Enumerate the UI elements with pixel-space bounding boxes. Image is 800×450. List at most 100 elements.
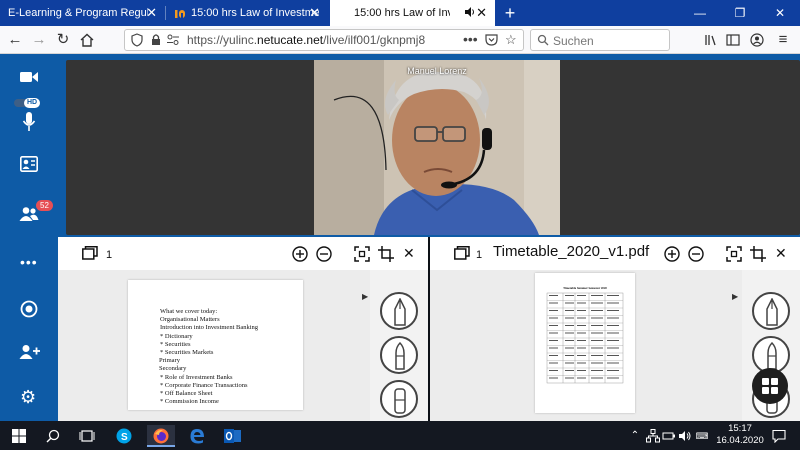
outlook-icon[interactable]: [222, 425, 244, 447]
record-button[interactable]: [0, 294, 58, 324]
timetable-page[interactable]: Timetable Summer Semester 2020: [535, 273, 635, 413]
pages-icon[interactable]: [82, 246, 98, 262]
video-background: Manuel Lorenz: [66, 60, 800, 235]
zoom-in-icon[interactable]: [292, 246, 308, 264]
timetable-cell-scribble: [565, 355, 574, 356]
close-icon[interactable]: ✕: [775, 246, 787, 260]
document-line: * Securities: [160, 340, 191, 348]
timetable-cell-scribble: [565, 332, 574, 334]
expand-toolbar-arrow-icon[interactable]: ▶: [732, 292, 738, 301]
more-actions-icon[interactable]: •••: [463, 31, 478, 47]
tab-law-investment-active[interactable]: 15:00 hrs Law of Investment ✕: [330, 0, 495, 26]
firefox-icon[interactable]: [147, 425, 175, 447]
edge-icon[interactable]: [186, 425, 208, 447]
timetable-cell-scribble: [577, 362, 586, 364]
camera-button[interactable]: HD: [0, 66, 58, 110]
brush-tool-button[interactable]: [380, 336, 418, 374]
timetable-cell-scribble: [607, 310, 619, 311]
notifications-icon[interactable]: [768, 425, 790, 447]
timetable-cell-scribble: [591, 355, 603, 356]
clock[interactable]: 15:17 16.04.2020: [712, 423, 768, 447]
microphone-button[interactable]: [0, 110, 58, 140]
document-line: * Role of Investment Banks: [160, 373, 233, 381]
close-window-button[interactable]: ✕: [760, 0, 800, 26]
home-button[interactable]: [76, 29, 98, 51]
timetable-cell-scribble: [577, 340, 586, 341]
participants-button[interactable]: 52: [0, 200, 58, 230]
speaker-video[interactable]: Manuel Lorenz: [314, 60, 560, 235]
right-pane-content: Timetable Summer Semester 2020 ▶: [430, 270, 800, 421]
fit-page-icon[interactable]: [354, 246, 370, 264]
expand-toolbar-arrow-icon[interactable]: ▶: [362, 292, 368, 301]
more-options-button[interactable]: •••: [0, 246, 58, 276]
hd-toggle[interactable]: HD: [24, 98, 41, 108]
pocket-icon[interactable]: [485, 33, 498, 49]
account-icon[interactable]: [746, 29, 768, 51]
close-icon[interactable]: ✕: [309, 5, 320, 21]
settings-button[interactable]: ⚙: [0, 384, 58, 414]
forward-button[interactable]: →: [28, 29, 50, 51]
timetable-cell-scribble: [607, 332, 619, 334]
new-tab-button[interactable]: +: [498, 1, 522, 25]
close-icon[interactable]: ✕: [146, 5, 157, 21]
menu-icon[interactable]: ≡: [772, 29, 794, 51]
document-page[interactable]: What we cover today: Organisational Matte…: [128, 280, 303, 410]
left-pane-header: 1 ✕: [58, 237, 428, 270]
timetable-cell-scribble: [577, 377, 586, 379]
page-number: 1: [106, 249, 113, 261]
pen-tool-button[interactable]: [380, 292, 418, 330]
timetable-cell-scribble: [607, 325, 619, 326]
permissions-icon[interactable]: [166, 33, 180, 49]
language-indicator[interactable]: ⌨: [692, 425, 712, 447]
zoom-out-icon[interactable]: [688, 246, 704, 264]
timetable-cell-scribble: [565, 362, 574, 364]
presenter-button[interactable]: [0, 152, 58, 182]
crop-icon[interactable]: [750, 246, 766, 264]
restore-button[interactable]: ❐: [720, 0, 760, 26]
search-input[interactable]: Suchen: [530, 29, 670, 51]
minimize-button[interactable]: —: [680, 0, 720, 26]
eraser-tool-button[interactable]: [380, 380, 418, 418]
zoom-in-icon[interactable]: [664, 246, 680, 264]
right-pane-header: 1 Timetable_2020_v1.pdf ✕: [430, 237, 800, 270]
windows-start-icon[interactable]: [8, 425, 30, 447]
timetable-cell-scribble: [577, 370, 586, 371]
timetable-cell-scribble: [607, 302, 619, 304]
back-button[interactable]: ←: [4, 29, 26, 51]
bookmark-star-icon[interactable]: ☆: [505, 32, 517, 48]
document-line: * Dictionary: [160, 332, 193, 340]
reload-button[interactable]: ↻: [52, 29, 74, 51]
timetable-cell-scribble: [607, 317, 619, 319]
crop-icon[interactable]: [378, 246, 394, 264]
timetable-cell-scribble: [591, 302, 603, 304]
layout-grid-button[interactable]: [752, 368, 788, 404]
timetable-cell-scribble: [549, 355, 558, 356]
invite-button[interactable]: [0, 338, 58, 368]
search-icon: [537, 34, 549, 49]
timetable-cell-scribble: [549, 332, 558, 334]
task-view-icon[interactable]: [76, 425, 98, 447]
presentation-user-icon: [20, 156, 38, 175]
address-bar[interactable]: https://yulinc.netucate.net/live/ilf001/…: [124, 29, 524, 51]
tab-label: 15:00 hrs Law of Investment Ba: [191, 7, 319, 19]
timetable-cell-scribble: [591, 332, 603, 334]
zoom-out-icon[interactable]: [316, 246, 332, 264]
timetable-cell-scribble: [565, 302, 574, 304]
tab-elearning[interactable]: E-Learning & Program Regulations ✕: [0, 0, 165, 26]
pen-tool-button[interactable]: [752, 292, 790, 330]
skype-icon[interactable]: S: [113, 425, 135, 447]
sidebar-toggle-icon[interactable]: [722, 29, 744, 51]
timetable-cell-scribble: [607, 370, 619, 371]
close-icon[interactable]: ✕: [403, 246, 415, 260]
timetable-cell-scribble: [565, 310, 574, 311]
tab-law-investment-1[interactable]: 15:00 hrs Law of Investment Ba ✕: [166, 0, 328, 26]
fit-page-icon[interactable]: [726, 246, 742, 264]
search-icon[interactable]: [42, 425, 64, 447]
library-icon[interactable]: [700, 29, 722, 51]
close-icon[interactable]: ✕: [476, 5, 487, 21]
pages-icon[interactable]: [454, 246, 470, 262]
speaker-icon[interactable]: [464, 6, 476, 21]
shield-icon[interactable]: [131, 33, 143, 50]
lock-icon[interactable]: [151, 33, 161, 49]
timetable-cell-scribble: [591, 340, 603, 341]
